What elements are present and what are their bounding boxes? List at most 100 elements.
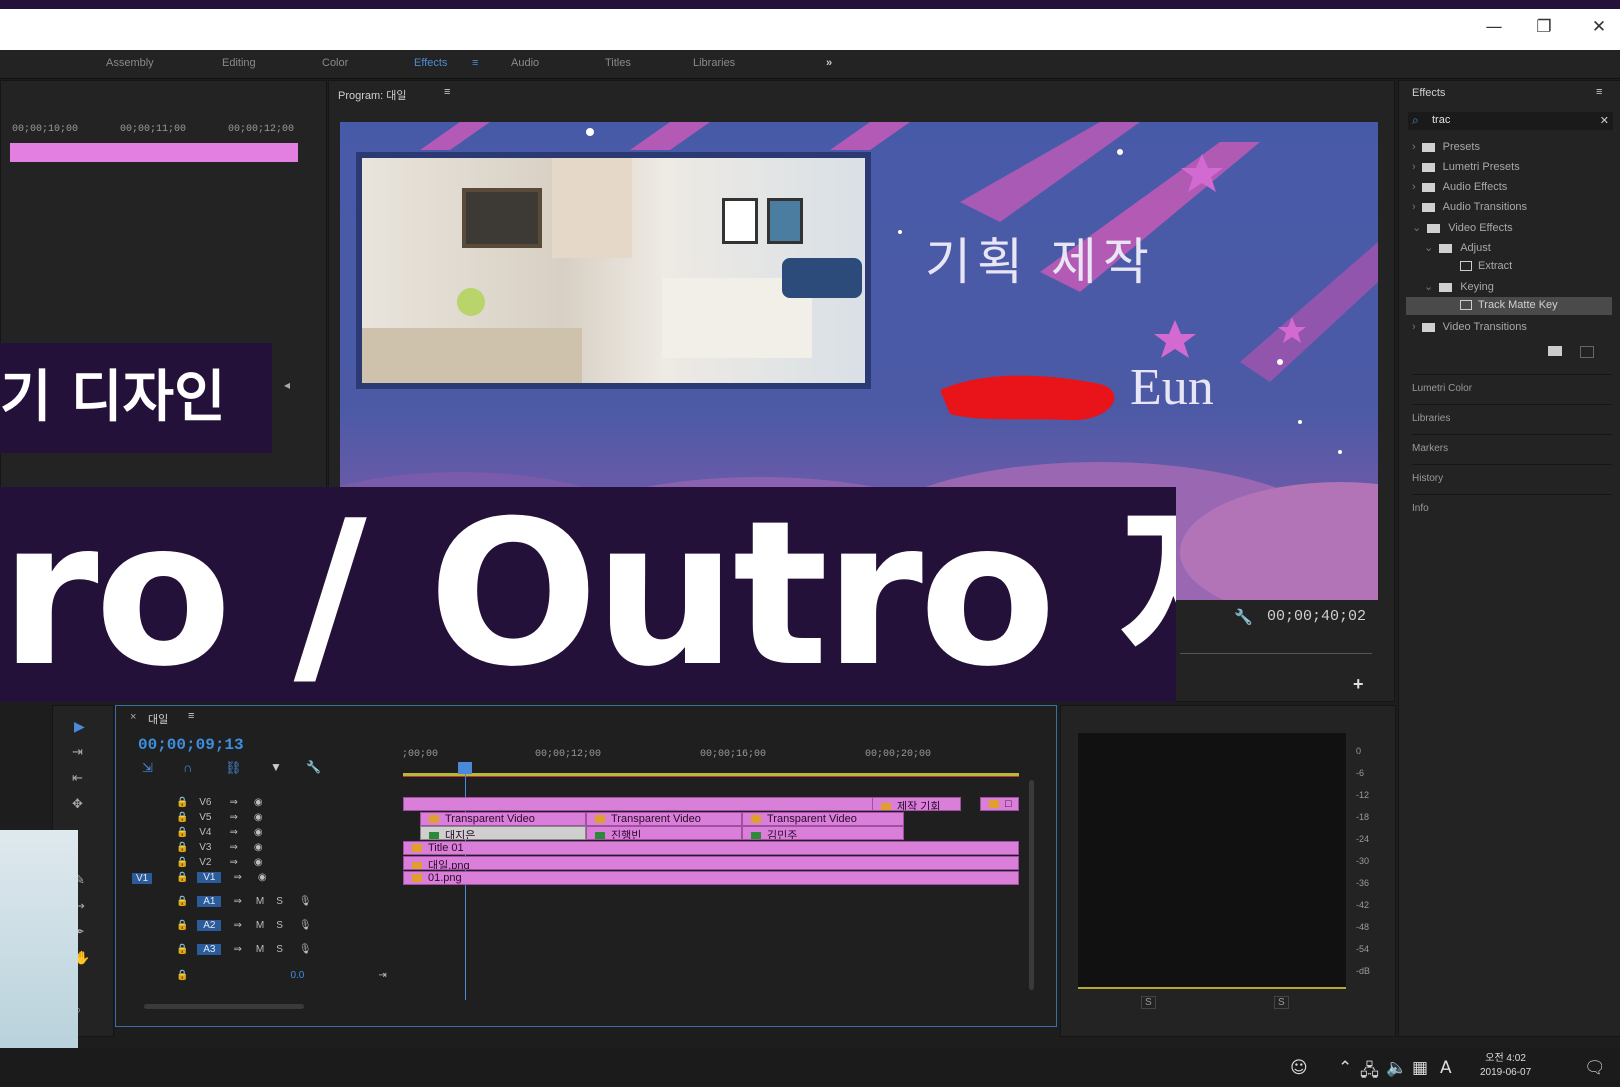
- clip-title-01[interactable]: Title 01: [403, 841, 1019, 855]
- clip-graphic[interactable]: 대지은: [420, 826, 586, 840]
- track-header-v3[interactable]: 🔒 V3 ⇒ ◉: [176, 842, 263, 853]
- go-to-end-icon[interactable]: ⇥: [378, 970, 386, 981]
- lock-icon[interactable]: 🔒: [176, 857, 188, 868]
- timeline-horizontal-scrollbar[interactable]: [144, 1004, 304, 1009]
- effects-tree-item[interactable]: › Audio Effects: [1412, 181, 1507, 193]
- collapsed-panel-lumetri-color[interactable]: Lumetri Color: [1412, 374, 1612, 394]
- workspace-overflow-button[interactable]: »: [826, 57, 832, 69]
- collapsed-panel-markers[interactable]: Markers: [1412, 434, 1612, 454]
- lock-icon[interactable]: 🔒: [176, 920, 188, 931]
- effects-menu-icon[interactable]: ≡: [1596, 86, 1602, 98]
- timeline-vertical-scrollbar[interactable]: [1029, 780, 1034, 990]
- network-icon[interactable]: 🖧: [1360, 1058, 1379, 1087]
- eye-icon[interactable]: ◉: [258, 872, 267, 883]
- program-zoom-scrollbar[interactable]: [1180, 653, 1372, 654]
- meter-solo-button[interactable]: S: [1141, 996, 1156, 1009]
- clip-image-png[interactable]: 대일.png: [403, 856, 1019, 870]
- workspace-menu-icon[interactable]: ≡: [472, 57, 478, 69]
- eye-icon[interactable]: ◉: [254, 842, 263, 853]
- track-header-a1[interactable]: 🔒 A1 ⇒ M S 🎙: [176, 896, 312, 907]
- toggle-sync-icon[interactable]: ⇒: [229, 842, 237, 853]
- restore-button[interactable]: ❐: [1530, 14, 1558, 40]
- clip-transparent-video[interactable]: Transparent Video: [586, 812, 742, 826]
- eye-icon[interactable]: ◉: [254, 857, 263, 868]
- rolling-edit-tool-icon[interactable]: ✥: [72, 796, 83, 812]
- people-icon[interactable]: ☺: [1290, 1058, 1308, 1078]
- microphone-icon[interactable]: 🎙: [299, 920, 312, 931]
- new-bin-icon[interactable]: [1548, 346, 1562, 356]
- toggle-sync-icon[interactable]: ⇒: [229, 812, 237, 823]
- microphone-icon[interactable]: 🎙: [299, 896, 312, 907]
- effects-tree-item[interactable]: › Video Transitions: [1412, 321, 1527, 333]
- lock-icon[interactable]: 🔒: [176, 872, 188, 883]
- track-header-master[interactable]: 🔒 0.0 ⇥: [176, 970, 387, 981]
- notification-center-icon[interactable]: 🗨: [1584, 1058, 1606, 1078]
- effects-tree-item[interactable]: ⌄ Video Effects: [1412, 221, 1513, 234]
- lock-icon[interactable]: 🔒: [176, 827, 188, 838]
- clip-graphic[interactable]: 진행빈: [586, 826, 742, 840]
- ripple-edit-tool-icon[interactable]: ⇤: [72, 770, 83, 786]
- playhead-handle[interactable]: [458, 762, 472, 774]
- mute-button[interactable]: M: [256, 944, 264, 955]
- toggle-sync-icon[interactable]: ⇒: [229, 797, 237, 808]
- volume-icon[interactable]: 🔈: [1386, 1058, 1407, 1078]
- toggle-sync-icon[interactable]: ⇒: [233, 896, 241, 907]
- track-header-v6[interactable]: 🔒 V6 ⇒ ◉: [176, 797, 263, 808]
- clear-search-icon[interactable]: ✕: [1600, 114, 1609, 127]
- solo-button[interactable]: S: [276, 944, 283, 955]
- add-marker-icon[interactable]: ▼: [270, 760, 282, 774]
- eye-icon[interactable]: ◉: [254, 797, 263, 808]
- close-button[interactable]: ✕: [1585, 14, 1613, 40]
- effects-tree-item[interactable]: Extract: [1460, 260, 1512, 272]
- minimize-button[interactable]: —: [1480, 14, 1508, 40]
- lock-icon[interactable]: 🔒: [176, 896, 188, 907]
- track-select-tool-icon[interactable]: ⇥: [72, 744, 83, 760]
- input-indicator-icon[interactable]: ▦: [1412, 1058, 1428, 1078]
- show-hidden-icons-chevron[interactable]: ⌃: [1338, 1058, 1352, 1078]
- timeline-close-icon[interactable]: ×: [130, 711, 136, 723]
- wrench-icon[interactable]: 🔧: [1234, 608, 1253, 626]
- track-header-a3[interactable]: 🔒 A3 ⇒ M S 🎙: [176, 944, 312, 955]
- toggle-sync-icon[interactable]: ⇒: [233, 872, 241, 883]
- track-header-v4[interactable]: 🔒 V4 ⇒ ◉: [176, 827, 263, 838]
- lock-icon[interactable]: 🔒: [176, 944, 188, 955]
- eye-icon[interactable]: ◉: [254, 812, 263, 823]
- lock-icon[interactable]: 🔒: [176, 842, 188, 853]
- timeline-settings-icon[interactable]: 🔧: [306, 760, 321, 774]
- mute-button[interactable]: M: [256, 920, 264, 931]
- clip-v6-title-2[interactable]: □: [980, 797, 1019, 811]
- track-header-v2[interactable]: 🔒 V2 ⇒ ◉: [176, 857, 263, 868]
- selection-tool-icon[interactable]: ▶: [74, 718, 85, 735]
- solo-button[interactable]: S: [276, 920, 283, 931]
- microphone-icon[interactable]: 🎙: [299, 944, 312, 955]
- toggle-sync-icon[interactable]: ⇒: [229, 857, 237, 868]
- clip-image-png[interactable]: 01.png: [403, 871, 1019, 885]
- collapsed-panel-info[interactable]: Info: [1412, 494, 1612, 514]
- workspace-tab-editing[interactable]: Editing: [222, 57, 256, 69]
- track-header-a2[interactable]: 🔒 A2 ⇒ M S 🎙: [176, 920, 312, 931]
- workspace-tab-audio[interactable]: Audio: [511, 57, 539, 69]
- delete-icon[interactable]: [1580, 346, 1594, 358]
- workspace-tab-effects[interactable]: Effects: [414, 57, 447, 69]
- source-step-icon[interactable]: ◂: [284, 378, 290, 392]
- ime-mode-indicator[interactable]: A: [1440, 1058, 1452, 1078]
- effects-tree-item[interactable]: › Presets: [1412, 141, 1480, 153]
- source-patch-v1[interactable]: V1: [132, 873, 153, 884]
- track-header-v1[interactable]: 🔒 V1 ⇒ ◉: [176, 872, 267, 883]
- clip-v6-title[interactable]: 제작 기회: [872, 797, 961, 811]
- workspace-tab-color[interactable]: Color: [322, 57, 348, 69]
- clip-transparent-video[interactable]: Transparent Video: [742, 812, 904, 826]
- meter-solo-button[interactable]: S: [1274, 996, 1289, 1009]
- lock-icon[interactable]: 🔒: [176, 797, 188, 808]
- clip-transparent-video[interactable]: Transparent Video: [420, 812, 586, 826]
- effects-tree-item[interactable]: ⌄ Keying: [1424, 280, 1494, 293]
- clip-graphic[interactable]: 김민주: [742, 826, 904, 840]
- linked-selection-icon[interactable]: ⛓: [225, 760, 242, 776]
- mute-button[interactable]: M: [256, 896, 264, 907]
- snap-icon[interactable]: ∩: [183, 760, 192, 775]
- toggle-sync-icon[interactable]: ⇒: [233, 920, 241, 931]
- eye-icon[interactable]: ◉: [254, 827, 263, 838]
- toggle-sync-icon[interactable]: ⇒: [229, 827, 237, 838]
- taskbar-clock[interactable]: 오전 4:02 2019-06-07: [1480, 1052, 1531, 1080]
- solo-button[interactable]: S: [276, 896, 283, 907]
